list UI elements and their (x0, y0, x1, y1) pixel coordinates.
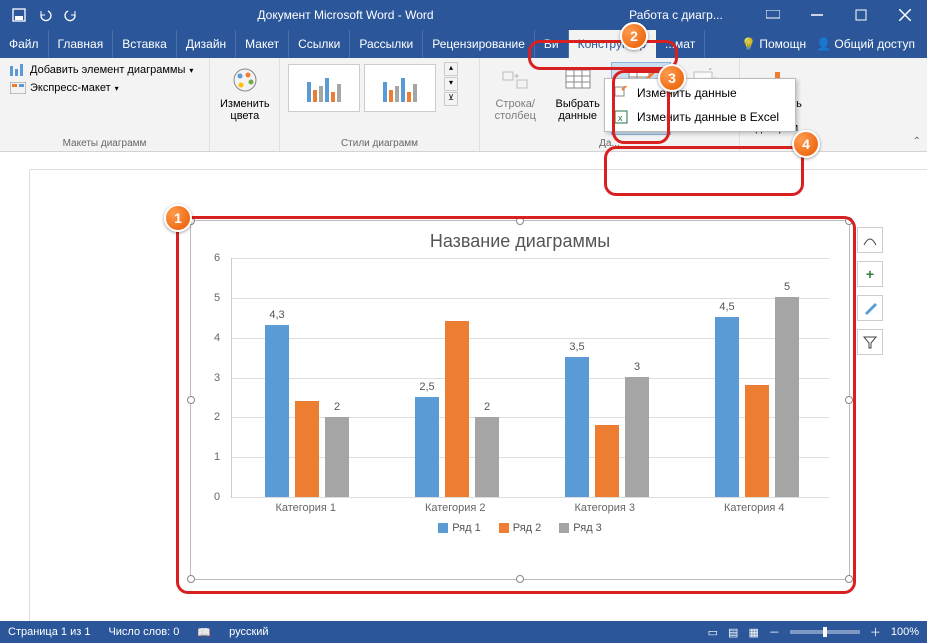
undo-button[interactable] (34, 4, 56, 26)
tab-file[interactable]: Файл (0, 30, 49, 58)
select-data-button[interactable]: Выбрать данные (548, 62, 606, 124)
document-area[interactable]: Название диаграммы 01234564,322,523,534,… (30, 170, 907, 621)
bar[interactable]: 2 (475, 417, 499, 497)
status-spellcheck-icon[interactable]: 📖 (197, 626, 211, 639)
quick-layout-icon (10, 82, 26, 94)
collapse-ribbon-icon[interactable]: ⌃ (913, 136, 921, 147)
bar[interactable]: 4,5 (715, 317, 739, 497)
gallery-more-icon[interactable]: ⊻ (444, 92, 458, 106)
legend-item[interactable]: Ряд 3 (559, 522, 602, 534)
chart-elements-icon[interactable]: + (857, 261, 883, 287)
window-title: Документ Microsoft Word - Word (257, 8, 433, 22)
category-label: Категория 1 (231, 502, 381, 514)
add-chart-element-button[interactable]: Добавить элемент диаграммы ▾ (6, 62, 197, 78)
tab-layout[interactable]: Макет (236, 30, 289, 58)
style-thumb-2[interactable] (364, 64, 436, 112)
tab-chart-format[interactable]: ...мат (656, 30, 705, 58)
svg-text:x: x (618, 113, 623, 123)
bar[interactable]: 3,5 (565, 357, 589, 497)
tab-insert[interactable]: Вставка (113, 30, 177, 58)
bar[interactable]: 2 (325, 417, 349, 497)
tab-design[interactable]: Дизайн (177, 30, 236, 58)
status-page[interactable]: Страница 1 из 1 (8, 626, 90, 638)
mini-edit-icon (613, 85, 629, 101)
ribbon-tabs: Файл Главная Вставка Дизайн Макет Ссылки… (0, 30, 927, 58)
status-language[interactable]: русский (229, 626, 268, 638)
table-icon (562, 64, 594, 96)
category-label: Категория 3 (530, 502, 680, 514)
minimize-button[interactable] (795, 0, 839, 30)
x-axis-labels: Категория 1Категория 2Категория 3Категор… (231, 502, 829, 514)
maximize-button[interactable] (839, 0, 883, 30)
save-button[interactable] (8, 4, 30, 26)
bar[interactable]: 4,3 (265, 325, 289, 497)
view-web-icon[interactable]: ▦ (748, 626, 758, 639)
chart-legend[interactable]: Ряд 1 Ряд 2 Ряд 3 (191, 514, 849, 534)
tab-home[interactable]: Главная (49, 30, 114, 58)
layout-options-icon[interactable] (857, 227, 883, 253)
switch-icon (499, 64, 531, 96)
callout-1: 1 (164, 204, 192, 232)
gallery-up-icon[interactable]: ▴ (444, 62, 458, 76)
bar[interactable] (295, 401, 319, 497)
zoom-slider[interactable] (790, 630, 860, 634)
bar[interactable]: 5 (775, 297, 799, 497)
redo-button[interactable] (60, 4, 82, 26)
ribbon-options-icon[interactable] (751, 0, 795, 30)
tab-references[interactable]: Ссылки (289, 30, 350, 58)
tell-me[interactable]: 💡 Помощн (741, 37, 806, 51)
chart-filters-icon[interactable] (857, 329, 883, 355)
gallery-down-icon[interactable]: ▾ (444, 77, 458, 91)
menu-edit-data-excel[interactable]: x Изменить данные в Excel (607, 105, 793, 129)
tab-view[interactable]: Ви (535, 30, 569, 58)
tab-mailings[interactable]: Рассылки (350, 30, 423, 58)
plot-area[interactable]: 01234564,322,523,534,55 (231, 258, 829, 498)
zoom-in-button[interactable]: ＋ (870, 624, 881, 640)
zoom-out-button[interactable]: － (769, 624, 780, 640)
horizontal-ruler[interactable] (30, 152, 927, 170)
close-button[interactable] (883, 0, 927, 30)
zoom-level[interactable]: 100% (891, 626, 919, 638)
group-label-styles: Стили диаграмм (286, 136, 473, 149)
tab-review[interactable]: Рецензирование (423, 30, 535, 58)
vertical-ruler[interactable] (12, 170, 30, 621)
legend-item[interactable]: Ряд 2 (499, 522, 542, 534)
bar[interactable] (595, 425, 619, 497)
bar[interactable]: 3 (625, 377, 649, 497)
chart-styles-gallery[interactable] (286, 62, 438, 114)
share-button[interactable]: 👤 Общий доступ (816, 37, 915, 51)
legend-item[interactable]: Ряд 1 (438, 522, 481, 534)
callout-2: 2 (620, 22, 648, 50)
style-thumb-1[interactable] (288, 64, 360, 112)
edit-data-dropdown: Изменить данные x Изменить данные в Exce… (604, 78, 796, 132)
switch-row-col-button: Строка/ столбец (486, 62, 544, 124)
page: Название диаграммы 01234564,322,523,534,… (80, 190, 860, 610)
callout-3: 3 (658, 64, 686, 92)
view-read-icon[interactable]: ▭ (708, 626, 718, 639)
bar[interactable] (445, 321, 469, 497)
add-element-icon (10, 64, 26, 76)
category-label: Категория 4 (680, 502, 830, 514)
chart-object[interactable]: Название диаграммы 01234564,322,523,534,… (190, 220, 850, 580)
chart-tools-title: Работа с диагр... (601, 8, 751, 22)
callout-4: 4 (792, 130, 820, 158)
chart-styles-icon[interactable] (857, 295, 883, 321)
mini-excel-icon: x (613, 109, 629, 125)
menu-edit-data[interactable]: Изменить данные (607, 81, 793, 105)
bar[interactable]: 2,5 (415, 397, 439, 497)
group-label-data: Да... (486, 136, 733, 149)
bar[interactable] (745, 385, 769, 497)
quick-layout-button[interactable]: Экспресс-макет ▾ (6, 80, 123, 96)
title-bar: Документ Microsoft Word - Word Работа с … (0, 0, 927, 30)
chart-title[interactable]: Название диаграммы (191, 221, 849, 258)
view-print-icon[interactable]: ▤ (728, 626, 738, 639)
category-label: Категория 2 (381, 502, 531, 514)
status-word-count[interactable]: Число слов: 0 (108, 626, 179, 638)
group-label-layouts: Макеты диаграмм (6, 136, 203, 149)
change-colors-button[interactable]: Изменить цвета (216, 62, 274, 124)
status-bar: Страница 1 из 1 Число слов: 0 📖 русский … (0, 621, 927, 643)
palette-icon (229, 64, 261, 96)
